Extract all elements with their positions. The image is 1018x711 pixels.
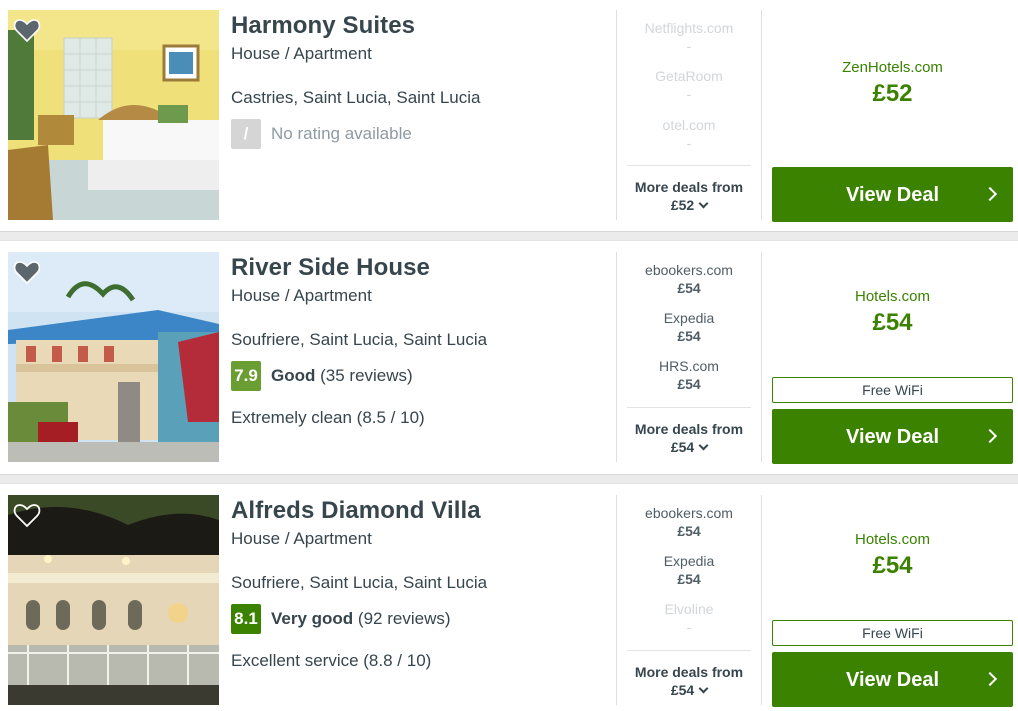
deal-item[interactable]: Expedia £54: [627, 553, 751, 587]
deal-price: £54: [677, 571, 701, 587]
view-deal-button[interactable]: View Deal: [772, 167, 1013, 222]
hotel-location: Castries, Saint Lucia, Saint Lucia: [231, 88, 481, 107]
deals-list: ebookers.com £54 Expedia £54 HRS.com £54…: [616, 252, 762, 462]
deal-site: Netflights.com: [644, 20, 734, 36]
deal-price: £54: [677, 376, 701, 392]
view-deal-button[interactable]: View Deal: [772, 409, 1013, 464]
rating-label: Good: [271, 366, 316, 385]
deal-price: -: [686, 135, 692, 151]
more-deals-label: More deals from: [634, 421, 744, 437]
heart-icon[interactable]: [12, 500, 42, 530]
rating-text: Very good (92 reviews): [271, 609, 451, 629]
hotel-photo[interactable]: [8, 252, 219, 462]
deal-item[interactable]: ebookers.com £54: [627, 505, 751, 539]
more-deals-button[interactable]: More deals from £52: [627, 165, 751, 214]
hotel-photo[interactable]: [8, 495, 219, 705]
card-separator: [0, 474, 1018, 484]
heart-icon[interactable]: [12, 15, 42, 45]
deal-site: ebookers.com: [645, 505, 733, 521]
free-wifi-badge: Free WiFi: [772, 377, 1013, 403]
deal-site: Elvoline: [664, 601, 714, 617]
view-deal-button[interactable]: View Deal: [772, 652, 1013, 707]
hotel-location: Soufriere, Saint Lucia, Saint Lucia: [231, 573, 488, 592]
deal-site: ebookers.com: [645, 262, 733, 278]
deal-item[interactable]: Elvoline -: [627, 601, 751, 635]
chevron-down-icon: [698, 198, 709, 209]
best-deal-provider[interactable]: Hotels.com: [772, 288, 1013, 305]
deal-price: -: [686, 38, 692, 54]
more-deals-price: £54: [670, 682, 695, 698]
rating-score-badge: /: [231, 119, 261, 149]
more-deals-price: £54: [670, 439, 695, 455]
free-wifi-badge: Free WiFi: [772, 620, 1013, 646]
review-highlight: Extremely clean (8.5 / 10): [231, 408, 425, 427]
review-highlight: Excellent service (8.8 / 10): [231, 651, 432, 670]
property-type: House / Apartment: [231, 44, 372, 63]
deal-price: -: [686, 619, 692, 635]
deal-site: Expedia: [663, 553, 715, 569]
more-deals-button[interactable]: More deals from £54: [627, 407, 751, 456]
deal-price: £54: [677, 523, 701, 539]
heart-icon[interactable]: [12, 257, 42, 287]
more-deals-price: £52: [670, 197, 695, 213]
deal-item[interactable]: otel.com -: [627, 117, 751, 151]
deal-item[interactable]: HRS.com £54: [627, 358, 751, 392]
chevron-down-icon: [698, 683, 709, 694]
hotel-location: Soufriere, Saint Lucia, Saint Lucia: [231, 330, 488, 349]
deal-site: GetaRoom: [655, 68, 723, 84]
rating-text: Good (35 reviews): [271, 366, 413, 386]
view-deal-label: View Deal: [845, 426, 940, 448]
rating-row: 7.9 Good (35 reviews): [231, 361, 413, 391]
best-deal-price[interactable]: £52: [772, 80, 1013, 108]
hotel-name[interactable]: Harmony Suites: [231, 12, 415, 40]
hotel-name[interactable]: River Side House: [231, 254, 430, 282]
best-deal-price[interactable]: £54: [772, 552, 1013, 580]
hotel-photo[interactable]: [8, 10, 219, 220]
hotel-card: Alfreds Diamond Villa House / Apartment …: [0, 485, 1018, 711]
best-deal-price[interactable]: £54: [772, 309, 1013, 337]
review-count: (92 reviews): [357, 609, 451, 628]
more-deals-label: More deals from: [634, 179, 744, 195]
deals-list: Netflights.com - GetaRoom - otel.com - M…: [616, 10, 762, 220]
card-separator: [0, 231, 1018, 241]
view-deal-label: View Deal: [845, 184, 940, 206]
deal-price: -: [686, 86, 692, 102]
rating-row: / No rating available: [231, 119, 412, 149]
deal-item[interactable]: GetaRoom -: [627, 68, 751, 102]
hotel-card: River Side House House / Apartment Soufr…: [0, 242, 1018, 470]
deal-price: £54: [677, 280, 701, 296]
deal-price: £54: [677, 328, 701, 344]
hotel-card: Harmony Suites House / Apartment Castrie…: [0, 0, 1018, 228]
more-deals-button[interactable]: More deals from £54: [627, 650, 751, 699]
deal-site: HRS.com: [659, 358, 719, 374]
deal-item[interactable]: Expedia £54: [627, 310, 751, 344]
best-deal-provider[interactable]: ZenHotels.com: [772, 59, 1013, 76]
chevron-down-icon: [698, 440, 709, 451]
property-type: House / Apartment: [231, 286, 372, 305]
rating-score-badge: 7.9: [231, 361, 261, 391]
property-type: House / Apartment: [231, 529, 372, 548]
rating-label: Very good: [271, 609, 354, 628]
deal-site: otel.com: [662, 117, 716, 133]
more-deals-label: More deals from: [634, 664, 744, 680]
deal-item[interactable]: ebookers.com £54: [627, 262, 751, 296]
deals-list: ebookers.com £54 Expedia £54 Elvoline - …: [616, 495, 762, 705]
best-deal-provider[interactable]: Hotels.com: [772, 531, 1013, 548]
view-deal-label: View Deal: [845, 669, 940, 691]
deal-site: Expedia: [663, 310, 715, 326]
review-count: (35 reviews): [320, 366, 413, 385]
rating-text: No rating available: [271, 124, 412, 143]
deal-item[interactable]: Netflights.com -: [627, 20, 751, 54]
hotel-name[interactable]: Alfreds Diamond Villa: [231, 497, 481, 525]
rating-score-badge: 8.1: [231, 604, 261, 634]
rating-row: 8.1 Very good (92 reviews): [231, 604, 451, 634]
